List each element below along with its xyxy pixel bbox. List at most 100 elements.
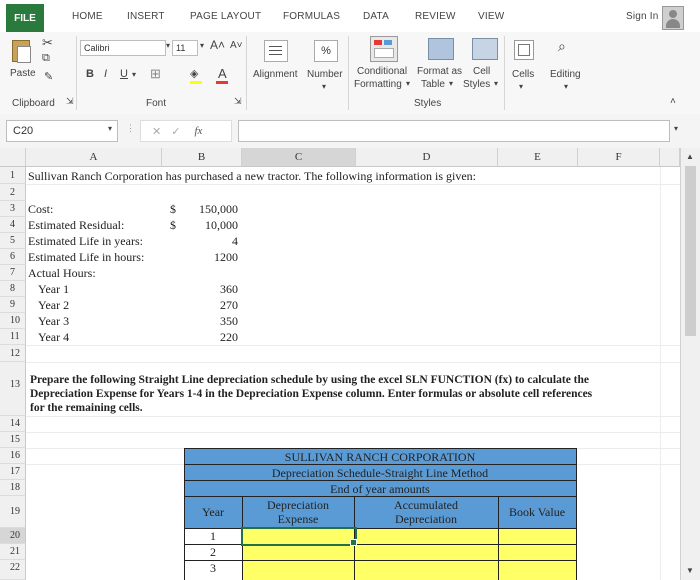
cell-styles-label2[interactable]: Styles bbox=[463, 79, 490, 90]
row-header[interactable]: 11 bbox=[0, 329, 26, 345]
cut-icon[interactable]: ✂ bbox=[42, 35, 53, 51]
cell-styles-label1[interactable]: Cell bbox=[473, 66, 490, 77]
cell-a11[interactable]: Year 4 bbox=[38, 330, 69, 345]
scroll-up-icon[interactable]: ▲ bbox=[686, 152, 694, 161]
row-header[interactable]: 4 bbox=[0, 217, 26, 233]
name-box[interactable]: C20 bbox=[6, 120, 118, 142]
conditional-formatting-label1[interactable]: Conditional bbox=[357, 66, 407, 77]
cell-b6[interactable]: 1200 bbox=[162, 250, 238, 265]
sign-in-link[interactable]: Sign In bbox=[626, 11, 659, 22]
format-as-table-icon[interactable] bbox=[428, 38, 454, 60]
cells-icon[interactable] bbox=[514, 40, 534, 60]
number-format-icon[interactable]: % bbox=[314, 40, 338, 62]
editing-button[interactable]: Editing bbox=[550, 69, 581, 80]
cells-button[interactable]: Cells bbox=[512, 69, 534, 80]
tab-review[interactable]: REVIEW bbox=[415, 11, 456, 22]
alignment-button[interactable]: Alignment bbox=[253, 69, 297, 80]
row-header[interactable]: 5 bbox=[0, 233, 26, 249]
row-header[interactable]: 8 bbox=[0, 281, 26, 297]
cell-a5[interactable]: Estimated Life in years: bbox=[28, 234, 143, 249]
editing-dropdown-icon[interactable]: ▾ bbox=[564, 82, 568, 91]
font-name-box[interactable]: Calibri bbox=[80, 40, 166, 56]
cell-b8[interactable]: 360 bbox=[162, 282, 238, 297]
underline-dropdown-icon[interactable]: ▾ bbox=[132, 70, 136, 79]
find-binoculars-icon[interactable]: ⌕ bbox=[558, 38, 566, 55]
scroll-thumb[interactable] bbox=[685, 166, 696, 336]
row-header[interactable]: 12 bbox=[0, 345, 26, 362]
cell-b5[interactable]: 4 bbox=[162, 234, 238, 249]
cell-b11[interactable]: 220 bbox=[162, 330, 238, 345]
borders-icon[interactable]: ⊞ bbox=[150, 66, 161, 82]
clipboard-launcher-icon[interactable]: ⇲ bbox=[66, 96, 74, 107]
paste-button[interactable]: Paste bbox=[10, 68, 36, 79]
tab-data[interactable]: DATA bbox=[363, 11, 389, 22]
row-header[interactable]: 14 bbox=[0, 416, 26, 432]
expand-formula-bar-icon[interactable]: ▾ bbox=[674, 124, 678, 133]
row-header[interactable]: 16 bbox=[0, 448, 26, 464]
enter-icon[interactable]: ✓ bbox=[171, 125, 180, 138]
selected-cell-c20[interactable] bbox=[241, 527, 357, 546]
column-header-c[interactable]: C bbox=[242, 148, 356, 167]
cell-b22[interactable]: 3 bbox=[184, 561, 242, 576]
tab-home[interactable]: HOME bbox=[72, 11, 103, 22]
paste-icon[interactable] bbox=[10, 37, 32, 63]
copy-icon[interactable]: ⧉ bbox=[42, 52, 50, 65]
row-header[interactable]: 17 bbox=[0, 464, 26, 480]
cell-b9[interactable]: 270 bbox=[162, 298, 238, 313]
row-header[interactable]: 22 bbox=[0, 560, 26, 580]
alignment-icon[interactable] bbox=[264, 40, 288, 62]
cell-a10[interactable]: Year 3 bbox=[38, 314, 69, 329]
column-header-d[interactable]: D bbox=[356, 148, 498, 167]
fill-handle[interactable] bbox=[350, 539, 357, 546]
row-header[interactable]: 15 bbox=[0, 432, 26, 448]
font-size-box[interactable]: 11 bbox=[172, 40, 198, 56]
formula-input[interactable] bbox=[238, 120, 670, 142]
row-header[interactable]: 13 bbox=[0, 362, 26, 416]
scroll-down-icon[interactable]: ▼ bbox=[686, 566, 694, 575]
italic-button[interactable]: I bbox=[104, 68, 107, 80]
row-header[interactable]: 7 bbox=[0, 265, 26, 281]
tab-file[interactable]: FILE bbox=[6, 4, 44, 32]
underline-button[interactable]: U bbox=[120, 68, 128, 80]
format-as-table-label2[interactable]: Table bbox=[421, 79, 445, 90]
cells-dropdown-icon[interactable]: ▾ bbox=[519, 82, 523, 91]
name-box-dropdown-icon[interactable]: ▾ bbox=[108, 124, 112, 133]
row-header[interactable]: 9 bbox=[0, 297, 26, 313]
cell-b21[interactable]: 2 bbox=[184, 545, 242, 560]
cell-b3[interactable]: 150,000 bbox=[162, 202, 238, 217]
cell-b20[interactable]: 1 bbox=[184, 529, 242, 544]
font-color-icon[interactable]: A bbox=[218, 66, 227, 81]
cell-a7[interactable]: Actual Hours: bbox=[28, 266, 96, 281]
cell-a1[interactable]: Sullivan Ranch Corporation has purchased… bbox=[28, 169, 476, 184]
cell-b10[interactable]: 350 bbox=[162, 314, 238, 329]
format-as-table-label1[interactable]: Format as bbox=[417, 66, 462, 77]
font-size-dropdown-icon[interactable]: ▾ bbox=[200, 41, 204, 50]
cancel-icon[interactable]: ✕ bbox=[152, 125, 161, 138]
row-header[interactable]: 3 bbox=[0, 201, 26, 217]
cell-b4[interactable]: 10,000 bbox=[162, 218, 238, 233]
row-header[interactable]: 2 bbox=[0, 184, 26, 201]
insert-function-icon[interactable]: fx bbox=[194, 125, 202, 137]
conditional-formatting-dropdown-icon[interactable]: ▾ bbox=[406, 79, 410, 88]
column-header-b[interactable]: B bbox=[162, 148, 242, 167]
collapse-ribbon-icon[interactable]: ˄ bbox=[670, 96, 676, 107]
select-all-corner[interactable] bbox=[0, 148, 26, 167]
cell-a3[interactable]: Cost: bbox=[28, 202, 53, 217]
cell-styles-dropdown-icon[interactable]: ▾ bbox=[494, 79, 498, 88]
format-painter-icon[interactable]: ✎ bbox=[44, 70, 53, 83]
number-dropdown-icon[interactable]: ▾ bbox=[322, 82, 326, 91]
cell-a6[interactable]: Estimated Life in hours: bbox=[28, 250, 144, 265]
row-header[interactable]: 19 bbox=[0, 496, 26, 528]
shrink-font-icon[interactable]: A˅ bbox=[230, 40, 243, 51]
cell-a4[interactable]: Estimated Residual: bbox=[28, 218, 124, 233]
row-header[interactable]: 6 bbox=[0, 249, 26, 265]
font-launcher-icon[interactable]: ⇲ bbox=[234, 96, 242, 107]
conditional-formatting-label2[interactable]: Formatting bbox=[354, 79, 402, 90]
cell-styles-icon[interactable] bbox=[472, 38, 498, 60]
format-as-table-dropdown-icon[interactable]: ▾ bbox=[449, 79, 453, 88]
row-header[interactable]: 20 bbox=[0, 528, 26, 544]
tab-insert[interactable]: INSERT bbox=[127, 11, 165, 22]
worksheet-grid[interactable]: A B C D E F 1 2 3 4 5 6 7 8 9 10 11 12 1… bbox=[0, 148, 680, 580]
tab-view[interactable]: VIEW bbox=[478, 11, 504, 22]
row-header[interactable]: 1 bbox=[0, 167, 26, 184]
